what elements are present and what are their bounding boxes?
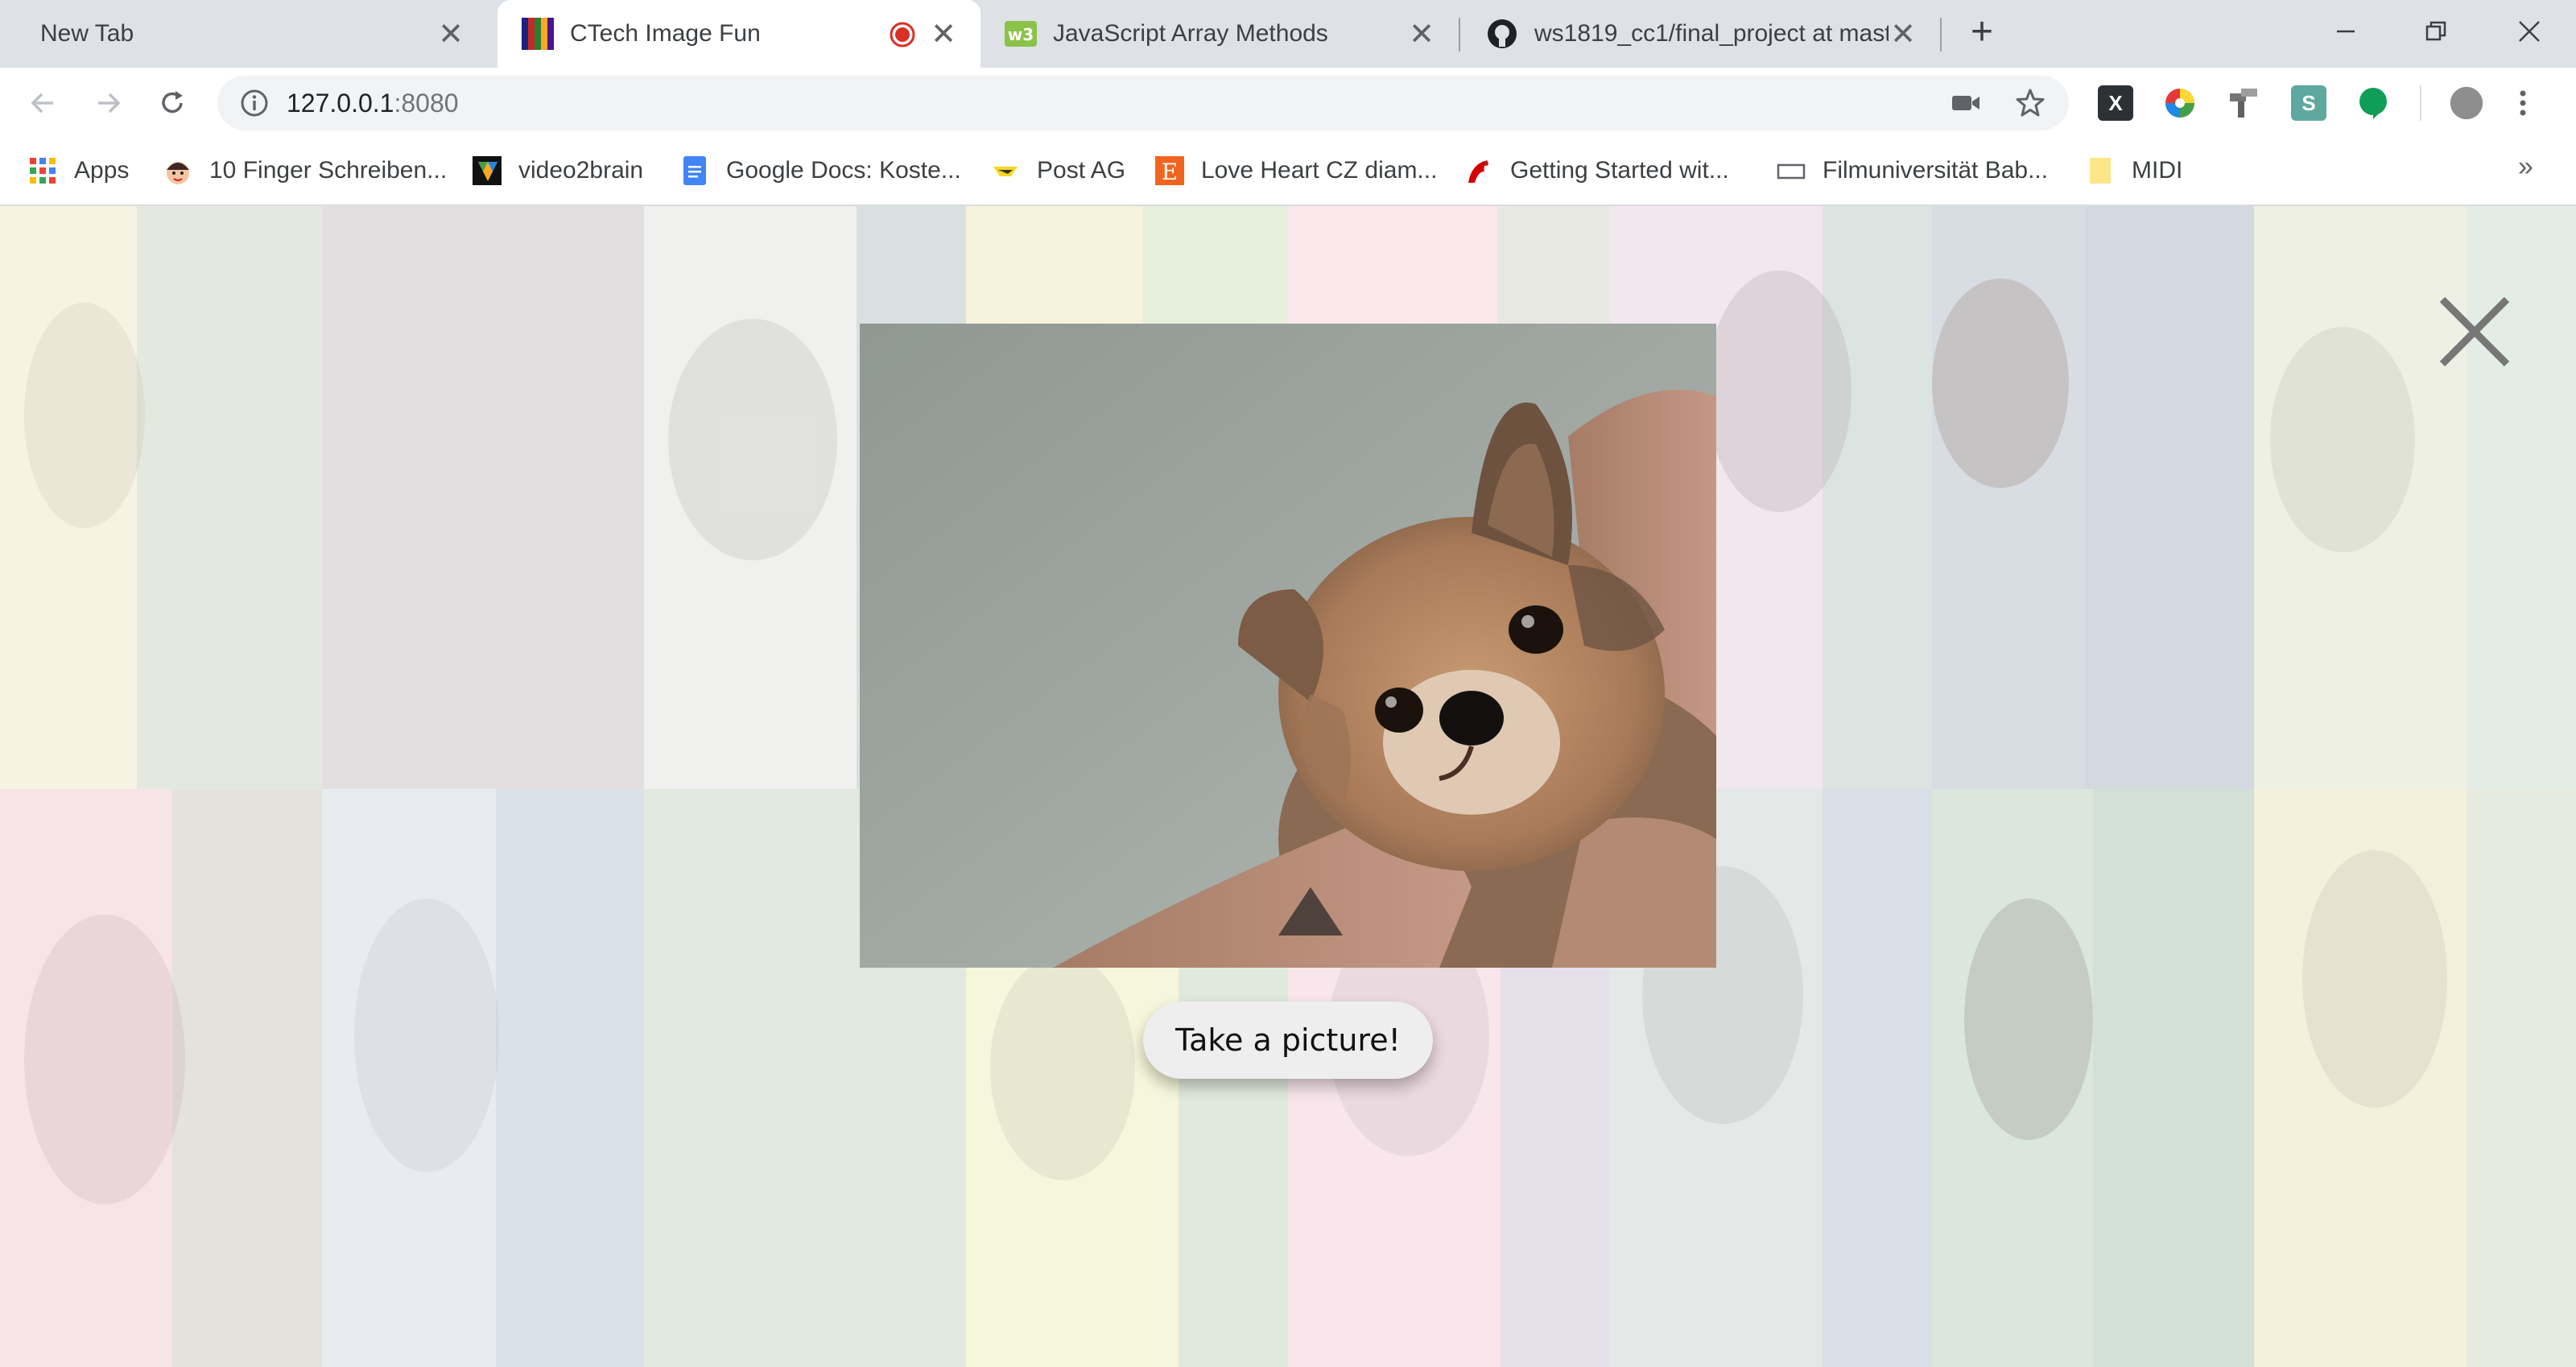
tab-title: ws1819_cc1/final_project at mast bbox=[1534, 20, 1889, 47]
bookmark-label: Getting Started wit... bbox=[1510, 157, 1729, 184]
tab-close-icon[interactable]: ✕ bbox=[927, 18, 960, 52]
rectangle-icon bbox=[1777, 163, 1806, 180]
photo-strip bbox=[2093, 789, 2254, 1367]
tab-strip: New Tab ✕ CTech Image Fun ✕ w3 JavaScrip… bbox=[0, 0, 2576, 68]
bookmarks-bar: Apps 10 Finger Schreiben... video2brain … bbox=[0, 138, 2576, 206]
post-ag-icon bbox=[993, 167, 1018, 176]
apps-grid-icon bbox=[30, 158, 56, 184]
bookmark-label: Post AG bbox=[1037, 157, 1126, 184]
pages-icon[interactable] bbox=[2227, 85, 2262, 121]
profile-icon[interactable] bbox=[2449, 85, 2484, 121]
photo-strip bbox=[2085, 206, 2254, 789]
face-silhouette bbox=[1707, 271, 1852, 512]
x-extension-icon[interactable]: X bbox=[2098, 85, 2133, 121]
photo-strip bbox=[1823, 789, 1932, 1367]
bookmark-label: video2brain bbox=[518, 157, 644, 184]
bookmark-label: Filmuniversität Bab... bbox=[1823, 157, 2049, 184]
tab-new-tab[interactable]: New Tab ✕ bbox=[0, 0, 488, 68]
red-logo-icon bbox=[1468, 160, 1488, 183]
photo-strip bbox=[137, 206, 322, 789]
video2brain-icon bbox=[473, 156, 502, 185]
chevron-more-icon[interactable]: » bbox=[2518, 151, 2533, 183]
bookmark-apps[interactable]: Apps bbox=[27, 153, 129, 188]
forward-icon[interactable] bbox=[89, 84, 127, 122]
bookmark-google-docs[interactable]: Google Docs: Koste... bbox=[679, 153, 961, 188]
restore-icon[interactable] bbox=[2412, 11, 2460, 52]
tab-title: JavaScript Array Methods bbox=[1053, 20, 1328, 47]
url-text: 127.0.0.1:8080 bbox=[287, 89, 459, 118]
photo-strip bbox=[496, 789, 644, 1367]
tab-javascript-array-methods[interactable]: w3 JavaScript Array Methods ✕ bbox=[980, 0, 1459, 68]
bookmark-label: Love Heart CZ diam... bbox=[1201, 157, 1438, 184]
face-silhouette bbox=[990, 955, 1135, 1180]
face-silhouette bbox=[668, 319, 837, 560]
photo-strip bbox=[322, 206, 644, 789]
bookmark-getting-started[interactable]: Getting Started wit... bbox=[1463, 153, 1729, 188]
address-bar[interactable]: 127.0.0.1:8080 bbox=[217, 76, 2069, 130]
bookmark-10-finger[interactable]: 10 Finger Schreiben... bbox=[163, 153, 447, 188]
page-background: Take a picture! bbox=[0, 206, 2576, 1367]
tab-close-icon[interactable]: ✕ bbox=[1406, 18, 1438, 52]
tab-title: New Tab bbox=[40, 20, 134, 47]
svg-text:w3: w3 bbox=[1008, 25, 1034, 44]
webcam-preview bbox=[860, 324, 1716, 968]
photo-strip bbox=[2467, 789, 2576, 1367]
bookmark-label: MIDI bbox=[2132, 157, 2183, 184]
tab-close-icon[interactable]: ✕ bbox=[435, 18, 467, 52]
face-silhouette bbox=[2270, 327, 2415, 552]
google-docs-icon bbox=[683, 156, 706, 185]
url-host: 127.0.0.1 bbox=[287, 89, 394, 118]
avatar-icon bbox=[167, 162, 189, 184]
bookmark-folder-midi[interactable]: MIDI bbox=[2085, 153, 2182, 188]
color-stripes-icon bbox=[522, 18, 554, 50]
s-extension-icon[interactable]: S bbox=[2291, 85, 2326, 121]
url-port: :8080 bbox=[394, 89, 459, 118]
dog-photo-image bbox=[860, 324, 1716, 968]
github-icon bbox=[1488, 19, 1517, 48]
recording-icon bbox=[890, 22, 915, 47]
toolbar-separator bbox=[2420, 85, 2421, 121]
minimize-icon[interactable] bbox=[2322, 11, 2370, 52]
tab-title: CTech Image Fun bbox=[570, 20, 761, 47]
info-icon[interactable] bbox=[238, 87, 270, 119]
tab-ctech-image-fun[interactable]: CTech Image Fun ✕ bbox=[497, 0, 980, 68]
face-silhouette bbox=[354, 898, 499, 1172]
tab-separator bbox=[1940, 18, 1942, 52]
camera-icon[interactable] bbox=[1950, 87, 1982, 119]
reload-icon[interactable] bbox=[153, 84, 192, 122]
new-tab-icon[interactable]: + bbox=[1964, 13, 2000, 52]
face-silhouette bbox=[1932, 279, 2069, 488]
bookmark-label: Apps bbox=[74, 157, 130, 184]
bookmark-label: Google Docs: Koste... bbox=[726, 157, 961, 184]
color-wheel-icon[interactable] bbox=[2162, 85, 2198, 121]
face-silhouette bbox=[24, 303, 145, 528]
bookmark-label: 10 Finger Schreiben... bbox=[209, 157, 448, 184]
face-silhouette bbox=[2302, 850, 2447, 1108]
etsy-icon: E bbox=[1155, 156, 1184, 185]
w3schools-icon: w3 bbox=[1005, 21, 1037, 47]
face-silhouette bbox=[24, 915, 185, 1204]
back-icon[interactable] bbox=[24, 84, 63, 122]
tab-separator bbox=[1459, 18, 1460, 52]
tab-close-icon[interactable]: ✕ bbox=[1887, 18, 1919, 52]
bookmark-post-ag[interactable]: Post AG bbox=[990, 153, 1125, 188]
bookmark-love-heart[interactable]: E Love Heart CZ diam... bbox=[1154, 153, 1437, 188]
face-silhouette bbox=[1964, 898, 2093, 1140]
photo-strip bbox=[1823, 206, 1932, 789]
photo-strip bbox=[172, 789, 322, 1367]
take-picture-button[interactable]: Take a picture! bbox=[1143, 1002, 1433, 1079]
close-icon[interactable] bbox=[2436, 293, 2513, 370]
green-chat-icon[interactable] bbox=[2355, 85, 2391, 121]
window-close-icon[interactable] bbox=[2505, 11, 2553, 52]
svg-text:E: E bbox=[1162, 159, 1178, 185]
star-icon[interactable] bbox=[2014, 87, 2046, 119]
folder-icon bbox=[2090, 158, 2111, 184]
bookmark-video2brain[interactable]: video2brain bbox=[472, 153, 643, 188]
more-vert-icon[interactable] bbox=[2515, 85, 2531, 121]
bookmark-filmuniversitaet[interactable]: Filmuniversität Bab... bbox=[1776, 153, 2048, 188]
tab-github[interactable]: ws1819_cc1/final_project at mast ✕ bbox=[1462, 0, 1940, 68]
